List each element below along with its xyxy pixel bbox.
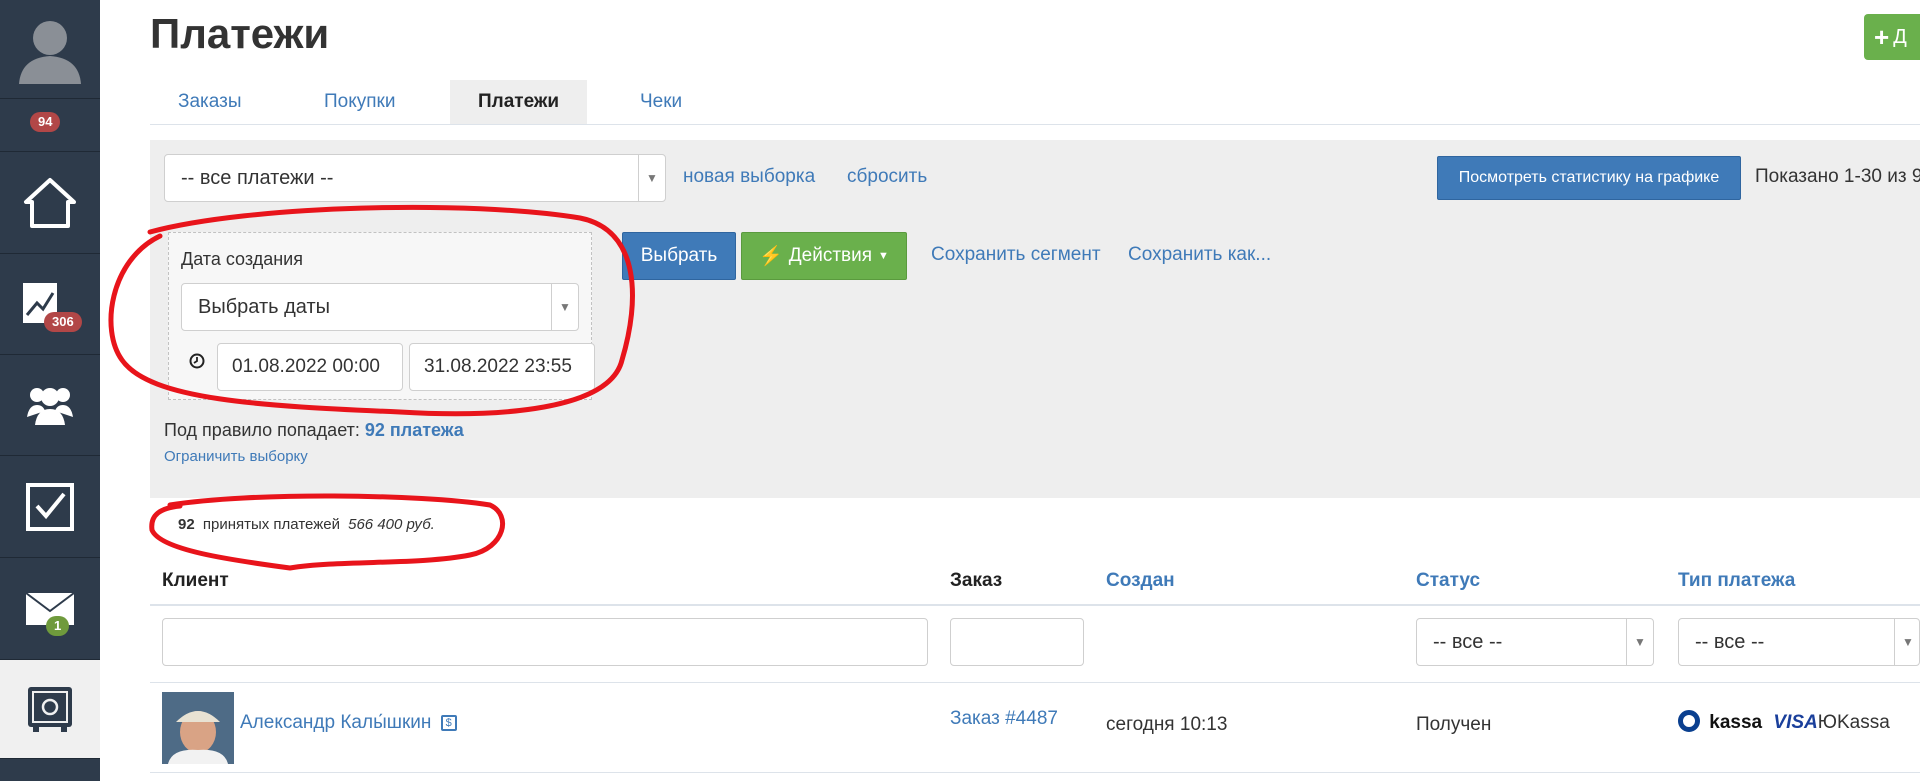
rule-match-text: Под правило попадает: 92 платежа (164, 420, 464, 441)
plus-icon: + (1874, 21, 1890, 52)
actions-button-label: Действия (788, 245, 873, 266)
table-row: Александр Калы́шкин $ Заказ #4487 сегодн… (150, 682, 1920, 773)
date-to-input[interactable]: 31.08.2022 23:55 (409, 343, 595, 391)
date-range-select[interactable]: Выбрать даты ▼ (181, 283, 579, 331)
tab-receipts[interactable]: Чеки (612, 80, 710, 124)
payments-summary: 92 принятых платежей 566 400 руб. (178, 516, 435, 533)
limit-selection-link[interactable]: Ограничить выборку (164, 448, 308, 465)
lightning-icon: ⚡ (759, 246, 783, 267)
payment-type-filter-select[interactable]: -- все -- ▼ (1678, 618, 1920, 666)
money-icon: $ (440, 715, 457, 731)
tab-orders[interactable]: Заказы (150, 80, 270, 124)
mail-badge: 1 (46, 616, 70, 636)
rule-match-count[interactable]: 92 платежа (365, 420, 464, 440)
chevron-down-icon: ▼ (1894, 619, 1920, 665)
client-name: Александр Калы́шкин (240, 712, 432, 733)
summary-amount: 566 400 руб. (348, 516, 435, 533)
col-status[interactable]: Статус (1416, 570, 1480, 592)
sidebar-item-users[interactable] (0, 355, 100, 456)
segment-select[interactable]: -- все платежи -- ▼ (164, 154, 666, 202)
clock-icon (189, 353, 205, 369)
status-filter-value: -- все -- (1433, 630, 1503, 653)
tab-payments[interactable]: Платежи (450, 80, 588, 124)
date-filter-label: Дата создания (181, 249, 303, 269)
save-as-link[interactable]: Сохранить как... (1128, 244, 1271, 266)
shown-count: Показано 1-30 из 9 (1755, 166, 1920, 187)
user-avatar-icon (19, 21, 81, 84)
summary-count: 92 (178, 516, 195, 533)
status-filter-select[interactable]: -- все -- ▼ (1416, 618, 1654, 666)
client-link[interactable]: Александр Калы́шкин $ (240, 712, 457, 734)
safe-icon (28, 687, 72, 732)
yukassa-logo-icon (1678, 710, 1700, 732)
sidebar-item-mail[interactable]: 1 (0, 558, 100, 660)
payment-type-filter-value: -- все -- (1695, 630, 1765, 653)
avatar[interactable] (162, 692, 234, 764)
summary-label: принятых платежей (202, 516, 340, 533)
select-button[interactable]: Выбрать (622, 232, 736, 280)
table-header: Клиент Заказ Создан Статус Тип платежа (150, 560, 1920, 606)
sidebar-avatar[interactable] (0, 0, 100, 99)
rule-match-label: Под правило попадает: (164, 420, 360, 440)
sidebar-notifications[interactable]: 94 (0, 99, 100, 152)
notifications-badge: 94 (30, 112, 61, 132)
order-link[interactable]: Заказ #4487 (950, 708, 1058, 730)
home-icon (24, 177, 76, 228)
sidebar-item-payments[interactable] (0, 660, 100, 759)
table-filter-row: -- все -- ▼ -- все -- ▼ (150, 606, 1920, 683)
sidebar-item-home[interactable] (0, 152, 100, 254)
payment-type-cell: kassa VISAЮKassa (1678, 710, 1890, 734)
col-created[interactable]: Создан (1106, 570, 1175, 592)
date-filter-box: Дата создания Выбрать даты ▼ 01.08.2022 … (168, 232, 595, 400)
analytics-badge: 306 (44, 312, 82, 332)
visa-logo: VISA (1773, 712, 1818, 733)
add-button-label: Д (1893, 25, 1907, 48)
chevron-down-icon: ▼ (1626, 619, 1653, 665)
sidebar: 94 306 1 (0, 0, 100, 781)
col-payment-type[interactable]: Тип платежа (1678, 570, 1795, 592)
tasks-icon (26, 482, 74, 531)
col-client: Клиент (162, 570, 229, 591)
sidebar-item-analytics[interactable]: 306 (0, 254, 100, 355)
col-order: Заказ (950, 570, 1003, 591)
tabs: Заказы Покупки Платежи Чеки (150, 80, 1920, 125)
sidebar-item-tasks[interactable] (0, 456, 100, 558)
chevron-down-icon: ▼ (638, 155, 665, 201)
actions-button[interactable]: ⚡ Действия ▼ (741, 232, 907, 280)
client-filter-input[interactable] (162, 618, 928, 666)
kassa-logo: kassa (1709, 712, 1763, 733)
users-icon (27, 388, 73, 425)
stats-chart-button[interactable]: Посмотреть статистику на графике (1437, 156, 1741, 200)
date-range-select-value: Выбрать даты (198, 295, 331, 318)
main-content: Платежи + Д Заказы Покупки Платежи Чеки … (150, 0, 1920, 781)
save-segment-link[interactable]: Сохранить сегмент (931, 244, 1101, 266)
segment-select-value: -- все платежи -- (181, 166, 334, 189)
payment-type-name: ЮKassa (1817, 712, 1890, 733)
new-selection-link[interactable]: новая выборка (683, 166, 815, 188)
reset-link[interactable]: сбросить (847, 166, 927, 188)
caret-down-icon: ▼ (878, 250, 889, 262)
status-text: Получен (1416, 714, 1492, 735)
filter-panel: -- все платежи -- ▼ новая выборка сброси… (150, 140, 1920, 498)
page-title: Платежи (150, 10, 330, 57)
created-time: сегодня 10:13 (1106, 714, 1228, 735)
tab-purchases[interactable]: Покупки (296, 80, 423, 124)
date-from-input[interactable]: 01.08.2022 00:00 (217, 343, 403, 391)
order-filter-input[interactable] (950, 618, 1084, 666)
chevron-down-icon: ▼ (551, 284, 578, 330)
add-button[interactable]: + Д (1864, 14, 1920, 60)
